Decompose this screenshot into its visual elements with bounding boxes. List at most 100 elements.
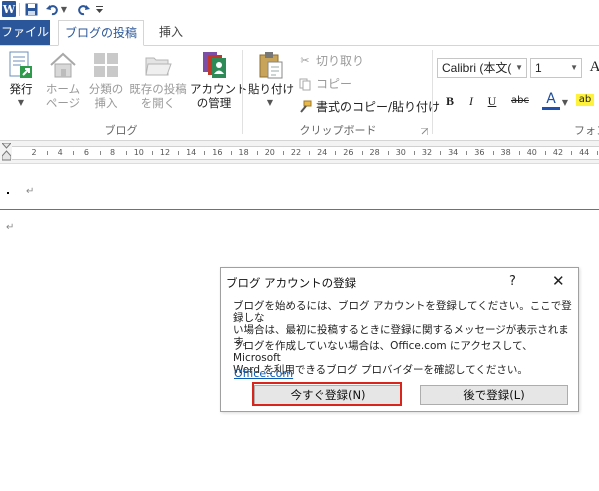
dialog-text-line: い場合は、最初に投稿するときに登録に関するメッセージが表示されま (233, 324, 569, 336)
ruler-tick (544, 151, 546, 155)
close-icon[interactable]: ✕ (552, 272, 565, 290)
highlight-button[interactable]: ab (576, 94, 594, 106)
ruler-tick (256, 151, 258, 155)
ruler-tick (230, 151, 232, 155)
chevron-down-icon: ▼ (515, 63, 523, 72)
ruler-number: 18 (238, 148, 249, 157)
undo-dropdown-icon[interactable]: ▼ (60, 1, 68, 17)
customize-toolbar-icon[interactable] (94, 1, 104, 17)
ruler-tick (518, 151, 520, 155)
ruler-number: 40 (526, 148, 537, 157)
chevron-down-icon: ▼ (570, 63, 578, 72)
group-divider (242, 50, 243, 134)
home-page-label-2: ページ (45, 96, 81, 110)
chevron-down-icon[interactable]: ▼ (561, 92, 569, 110)
cursor-marker (7, 192, 9, 194)
ruler-number: 12 (159, 148, 171, 157)
ruler-number: 24 (317, 148, 328, 157)
scissors-icon: ✂ (300, 54, 310, 67)
ruler-number: 14 (186, 148, 197, 157)
highlight-annotation (252, 382, 402, 406)
ruler-tick (73, 151, 75, 155)
font-color-button[interactable]: A (542, 92, 560, 110)
manage-accounts-button[interactable]: アカウント の管理 (190, 50, 248, 110)
open-existing-button[interactable]: 既存の投稿 を開く (127, 50, 189, 110)
dialog-launcher-icon[interactable] (421, 124, 429, 135)
tab-insert[interactable]: 挿入 (151, 20, 191, 45)
ruler-tick (387, 151, 389, 155)
ruler-number: 22 (290, 148, 302, 157)
ruler-number: 4 (57, 148, 63, 157)
home-page-button[interactable]: ホーム ページ (43, 50, 83, 110)
tab-blog-post[interactable]: ブログの投稿 (58, 20, 144, 46)
ruler-number: 10 (133, 148, 144, 157)
dialog-text-line: ブログを作成していない場合は、Office.com にアクセスして、Micros… (233, 340, 533, 364)
word-logo-icon[interactable]: W (2, 1, 16, 17)
ruler-number: 28 (369, 148, 380, 157)
ruler-tick (125, 151, 127, 155)
cut-button[interactable]: ✂ 切り取り (298, 52, 364, 70)
format-painter-icon (298, 100, 312, 114)
italic-button[interactable]: I (462, 92, 480, 110)
ruler: 2 4 6 8 10 12 14 16 18 20 22 24 26 28 30 32 34 36 38 40 42 44 (0, 141, 599, 164)
copy-button[interactable]: コピー (298, 75, 352, 93)
ribbon-tabs: ファイル ブログの投稿 挿入 (0, 20, 599, 46)
underline-button[interactable]: U (483, 92, 501, 110)
chevron-down-icon: ▼ (266, 98, 274, 107)
font-name-value: Calibri (本文( (442, 61, 512, 75)
ruler-tick (413, 151, 415, 155)
paste-button[interactable]: 貼り付け ▼ (248, 50, 294, 110)
chevron-down-icon: ▼ (17, 98, 25, 107)
open-existing-label-1: 既存の投稿 (129, 82, 187, 96)
home-icon (48, 50, 78, 80)
insert-category-label-2: 挿入 (94, 96, 118, 110)
register-later-button[interactable]: 後で登録(L) (420, 385, 568, 405)
ruler-tick (204, 151, 206, 155)
ruler-tick (99, 151, 101, 155)
font-size-value: 1 (535, 61, 542, 75)
ruler-tick (282, 151, 284, 155)
home-page-label-1: ホーム (45, 82, 81, 96)
ruler-tick (492, 151, 494, 155)
ruler-number: 8 (110, 148, 116, 157)
manage-accounts-label-1: アカウント (190, 82, 248, 96)
ruler-tick (151, 151, 153, 155)
help-icon[interactable]: ? (509, 274, 516, 289)
bold-button[interactable]: B (441, 92, 459, 110)
publish-label: 発行 (9, 82, 33, 96)
ruler-tick (440, 151, 442, 155)
undo-icon[interactable] (45, 1, 59, 17)
publish-icon (6, 50, 36, 80)
save-icon[interactable] (24, 1, 38, 17)
quick-access-toolbar: W ▼ (0, 0, 599, 20)
ruler-number: 2 (31, 148, 37, 157)
indent-marker-icon[interactable] (0, 142, 13, 161)
font-size-select[interactable]: 1 ▼ (530, 58, 582, 78)
cut-label: 切り取り (316, 54, 365, 68)
folder-open-icon (143, 50, 173, 80)
paragraph-mark: ↵ (6, 222, 15, 233)
ruler-number: 16 (212, 148, 223, 157)
office-com-link[interactable]: Office.com (234, 367, 293, 380)
ruler-strip: 2 4 6 8 10 12 14 16 18 20 22 24 26 28 30 32 34 36 38 40 42 44 (12, 146, 599, 160)
grow-font-icon[interactable]: A (586, 58, 599, 76)
tab-file[interactable]: ファイル (0, 20, 50, 45)
blog-group-label: ブログ (104, 124, 138, 137)
strikethrough-button[interactable]: abc (508, 92, 532, 110)
manage-accounts-label-2: の管理 (196, 96, 232, 110)
ruler-number: 32 (421, 148, 433, 157)
format-painter-button[interactable]: 書式のコピー/貼り付け (298, 98, 440, 116)
paragraph-mark: ↵ (26, 186, 35, 197)
ruler-tick (309, 151, 311, 155)
ruler-number: 44 (579, 148, 590, 157)
ruler-tick (597, 151, 599, 155)
insert-category-button[interactable]: 分類の 挿入 (88, 50, 124, 110)
dialog-title: ブログ アカウントの登録 (226, 276, 357, 290)
format-painter-label: 書式のコピー/貼り付け (316, 100, 441, 114)
redo-icon[interactable] (76, 1, 90, 17)
open-existing-label-2: を開く (140, 96, 176, 110)
ruler-tick (571, 151, 573, 155)
ruler-tick (47, 151, 49, 155)
publish-button[interactable]: 発行 ▼ (4, 50, 38, 110)
font-name-select[interactable]: Calibri (本文( ▼ (437, 58, 527, 78)
